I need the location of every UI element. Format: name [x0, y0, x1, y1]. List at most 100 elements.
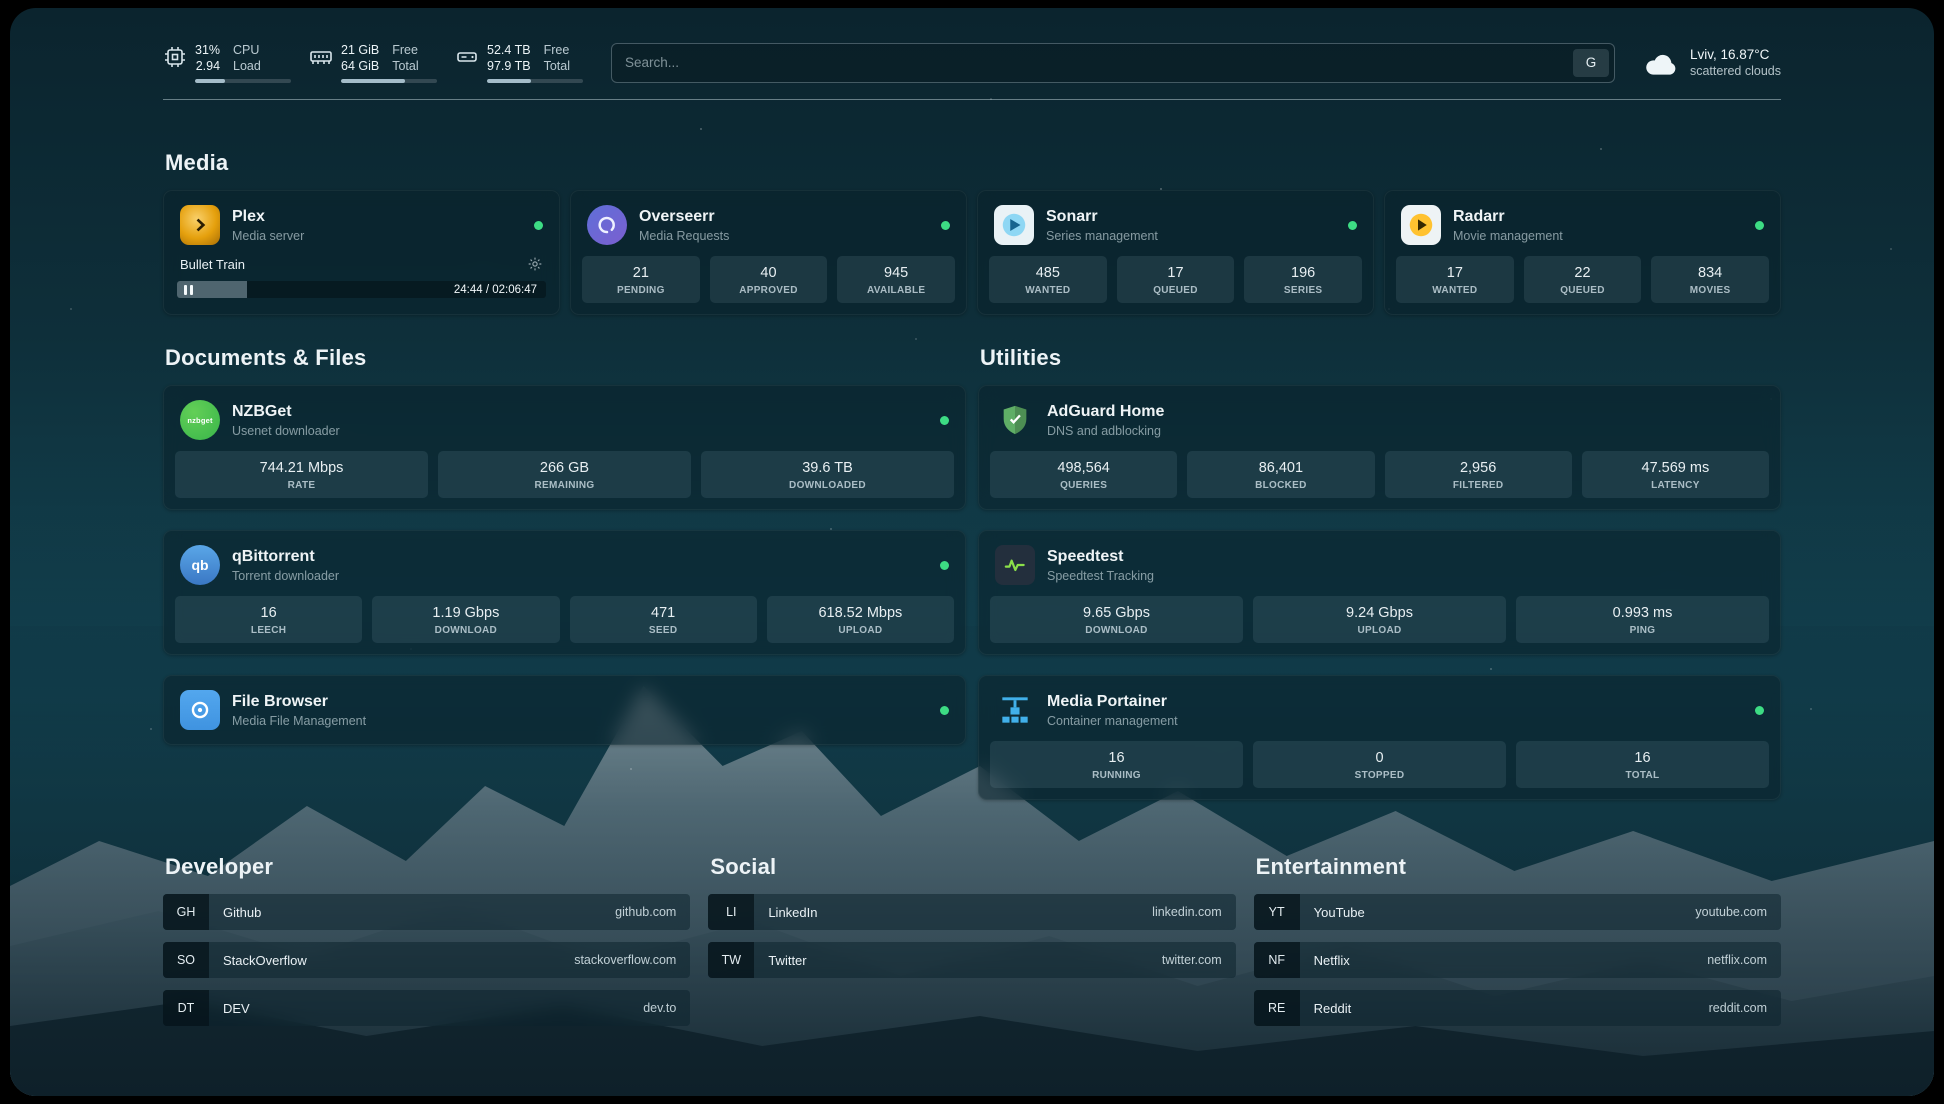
adguard-icon [995, 400, 1035, 440]
pause-button[interactable] [184, 285, 193, 295]
cloud-icon [1643, 48, 1679, 78]
cpu-load-label: Load [233, 58, 261, 74]
service-subtitle: Movie management [1453, 228, 1563, 244]
section-entertainment: Entertainment YT YouTube youtube.com NF … [1254, 854, 1781, 1026]
section-title-entertainment: Entertainment [1256, 854, 1781, 880]
plex-card[interactable]: Plex Media server Bullet Train [163, 190, 560, 315]
bookmark-twitter[interactable]: TW Twitter twitter.com [708, 942, 1235, 978]
search-bar: G [611, 43, 1615, 83]
section-utilities: Utilities [978, 345, 1781, 800]
section-media: Media Plex Media server [163, 150, 1781, 315]
status-dot [1755, 221, 1764, 230]
stat-upload: 618.52 Mbps UPLOAD [767, 596, 954, 643]
cpu-icon [163, 45, 187, 69]
header-divider [163, 99, 1781, 100]
memory-total-label: Total [392, 58, 418, 74]
now-playing-title: Bullet Train [180, 257, 245, 272]
bookmark-icon: YT [1254, 894, 1300, 930]
search-provider-button[interactable]: G [1573, 49, 1609, 77]
bookmark-reddit[interactable]: RE Reddit reddit.com [1254, 990, 1781, 1026]
section-developer: Developer GH Github github.com SO StackO… [163, 854, 690, 1026]
service-subtitle: Speedtest Tracking [1047, 568, 1154, 584]
stat-remaining: 266 GB REMAINING [438, 451, 691, 498]
stat-upload: 9.24 Gbps UPLOAD [1253, 596, 1506, 643]
stat-seed: 471 SEED [570, 596, 757, 643]
snow-speckles [10, 8, 12, 10]
service-name: Overseerr [639, 207, 729, 227]
memory-free-label: Free [392, 42, 418, 58]
service-name: File Browser [232, 692, 366, 712]
stat-pending: 21 PENDING [582, 256, 700, 303]
cpu-usage-value: 31% [195, 42, 220, 58]
disk-icon [455, 45, 479, 69]
service-name: Sonarr [1046, 207, 1158, 227]
portainer-card[interactable]: Media Portainer Container management 16 … [978, 675, 1781, 800]
dashboard-window: 31% 2.94 CPU Load [10, 8, 1934, 1096]
cpu-widget: 31% 2.94 CPU Load [163, 42, 291, 83]
nzbget-card[interactable]: nzbget NZBGet Usenet downloader 744.21 M… [163, 385, 966, 510]
bookmark-github[interactable]: GH Github github.com [163, 894, 690, 930]
radarr-icon [1401, 205, 1441, 245]
service-subtitle: Media File Management [232, 713, 366, 729]
bookmark-icon: LI [708, 894, 754, 930]
status-dot [1755, 706, 1764, 715]
stat-download: 1.19 Gbps DOWNLOAD [372, 596, 559, 643]
stat-rate: 744.21 Mbps RATE [175, 451, 428, 498]
qbittorrent-icon: qb [180, 545, 220, 585]
bookmark-stackoverflow[interactable]: SO StackOverflow stackoverflow.com [163, 942, 690, 978]
bookmark-icon: TW [708, 942, 754, 978]
status-dot [534, 221, 543, 230]
playback-progress: 24:44 / 02:06:47 [177, 281, 546, 298]
filebrowser-card[interactable]: File Browser Media File Management [163, 675, 966, 745]
sonarr-icon [994, 205, 1034, 245]
stat-filtered: 2,956 FILTERED [1385, 451, 1572, 498]
stat-leech: 16 LEECH [175, 596, 362, 643]
bookmark-icon: NF [1254, 942, 1300, 978]
section-documents: Documents & Files nzbget NZBGet Usenet d… [163, 345, 966, 800]
bookmark-icon: RE [1254, 990, 1300, 1026]
weather-condition: scattered clouds [1690, 63, 1781, 79]
overseerr-card[interactable]: Overseerr Media Requests 21 PENDING 40 A… [570, 190, 967, 315]
adguard-card[interactable]: AdGuard Home DNS and adblocking 498,564 … [978, 385, 1781, 510]
status-dot [940, 706, 949, 715]
service-subtitle: Usenet downloader [232, 423, 340, 439]
speedtest-icon [995, 545, 1035, 585]
stat-wanted: 17 WANTED [1396, 256, 1514, 303]
memory-icon [309, 45, 333, 69]
section-title-documents: Documents & Files [165, 345, 966, 371]
disk-widget: 52.4 TB 97.9 TB Free Total [455, 42, 583, 83]
overseerr-icon [587, 205, 627, 245]
service-name: NZBGet [232, 402, 340, 422]
weather-location: Lviv, 16.87°C [1690, 46, 1781, 63]
radarr-card[interactable]: Radarr Movie management 17 WANTED 22 QUE… [1384, 190, 1781, 315]
cpu-usage-label: CPU [233, 42, 259, 58]
bookmark-youtube[interactable]: YT YouTube youtube.com [1254, 894, 1781, 930]
speedtest-card[interactable]: Speedtest Speedtest Tracking 9.65 Gbps D… [978, 530, 1781, 655]
section-social: Social LI LinkedIn linkedin.com TW Twitt… [708, 854, 1235, 1026]
stat-latency: 47.569 ms LATENCY [1582, 451, 1769, 498]
search-input[interactable] [612, 55, 1573, 70]
status-dot [940, 416, 949, 425]
bookmark-linkedin[interactable]: LI LinkedIn linkedin.com [708, 894, 1235, 930]
disk-total-label: Total [544, 58, 570, 74]
stat-movies: 834 MOVIES [1651, 256, 1769, 303]
section-title-developer: Developer [165, 854, 690, 880]
bookmark-icon: SO [163, 942, 209, 978]
service-subtitle: Media Requests [639, 228, 729, 244]
filebrowser-icon [180, 690, 220, 730]
qbittorrent-card[interactable]: qb qBittorrent Torrent downloader 16 [163, 530, 966, 655]
sonarr-card[interactable]: Sonarr Series management 485 WANTED 17 Q… [977, 190, 1374, 315]
service-name: qBittorrent [232, 547, 339, 567]
memory-total-value: 64 GiB [341, 58, 379, 74]
settings-gear-icon[interactable] [527, 256, 543, 272]
section-title-media: Media [165, 150, 1781, 176]
stat-ping: 0.993 ms PING [1516, 596, 1769, 643]
bookmark-dev[interactable]: DT DEV dev.to [163, 990, 690, 1026]
service-subtitle: Series management [1046, 228, 1158, 244]
stat-approved: 40 APPROVED [710, 256, 828, 303]
stat-downloaded: 39.6 TB DOWNLOADED [701, 451, 954, 498]
stat-download: 9.65 Gbps DOWNLOAD [990, 596, 1243, 643]
stat-wanted: 485 WANTED [989, 256, 1107, 303]
bookmark-netflix[interactable]: NF Netflix netflix.com [1254, 942, 1781, 978]
bookmark-icon: DT [163, 990, 209, 1026]
